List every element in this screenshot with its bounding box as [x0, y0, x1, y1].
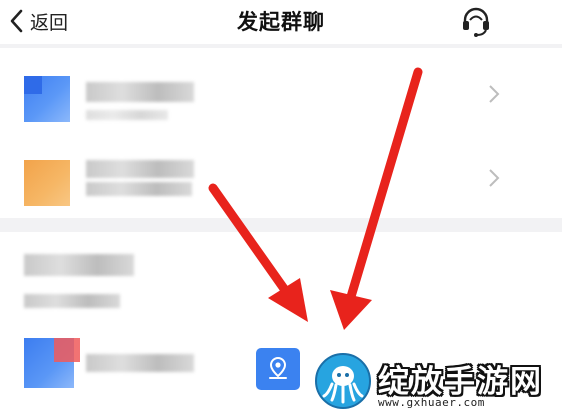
blurred-sublabel — [86, 110, 168, 120]
top-navigation-bar: 返回 发起群聊 — [0, 0, 562, 44]
option-row-2[interactable] — [0, 138, 562, 218]
section-subtitle — [24, 294, 120, 310]
blurred-label — [86, 82, 194, 102]
section-divider — [0, 218, 562, 232]
blurred-sublabel — [86, 182, 192, 196]
blurred-section-subtitle — [24, 294, 120, 308]
headset-icon — [463, 7, 489, 37]
avatar — [24, 338, 80, 388]
option-row-1[interactable] — [0, 54, 562, 134]
section-title — [24, 248, 134, 278]
blurred-section-title — [24, 254, 134, 276]
watermark: 绽放手游网 www.gxhuaer.com — [312, 350, 562, 415]
blurred-contact-name — [86, 354, 194, 372]
chevron-right-icon — [489, 85, 500, 103]
blurred-label — [86, 160, 194, 178]
watermark-url: www.gxhuaer.com — [378, 396, 485, 409]
create-options-card — [0, 48, 562, 218]
customer-service-button[interactable] — [458, 4, 494, 40]
chevron-right-icon — [489, 169, 500, 187]
blue-square-icon — [24, 76, 70, 122]
octopus-logo-icon — [315, 353, 371, 409]
watermark-title: 绽放手游网 — [378, 364, 543, 400]
location-pin-icon — [269, 356, 287, 379]
location-button[interactable] — [256, 348, 300, 390]
orange-square-icon — [24, 160, 70, 206]
